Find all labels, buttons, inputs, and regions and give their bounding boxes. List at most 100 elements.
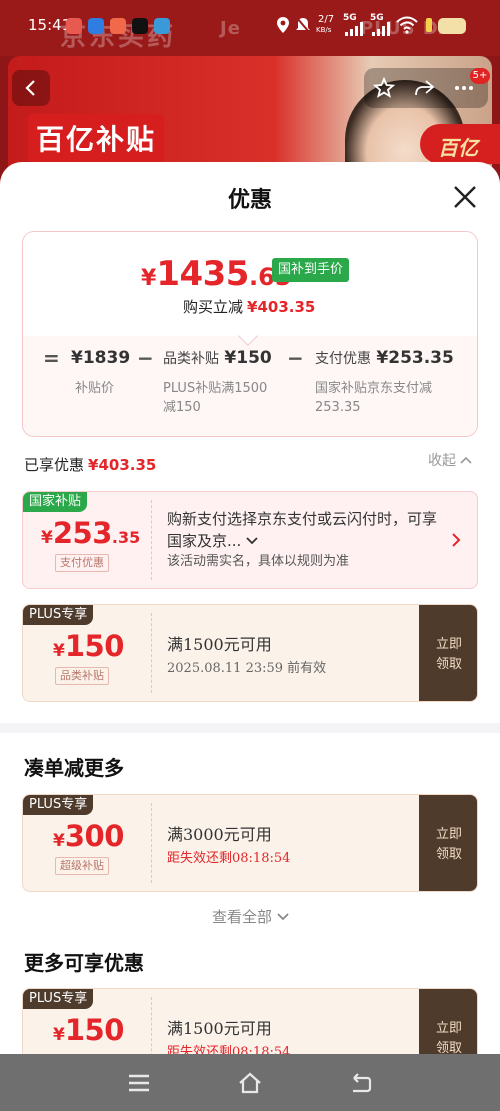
category-subsidy-note: PLUS补贴满1500	[163, 381, 268, 396]
signal-icon	[372, 22, 390, 36]
base-price-value: ¥1839	[71, 348, 131, 368]
final-price-tag: 国补到手价	[272, 258, 350, 282]
collapse-label: 收起	[428, 453, 456, 469]
mute-icon	[296, 17, 310, 33]
wifi-icon	[396, 16, 418, 34]
coupon-rule-note: 该活动需实名，具体以规则为准	[167, 554, 350, 569]
share-icon[interactable]	[412, 76, 436, 100]
category-subsidy-label: 品类补贴	[163, 351, 219, 367]
back-nav-icon[interactable]	[348, 1070, 374, 1096]
claim-label: 立即	[435, 1021, 462, 1036]
coupon-condition: 满3000元可用	[167, 825, 272, 844]
currency-symbol: ¥	[141, 266, 157, 291]
indicator-icon	[426, 18, 432, 32]
enjoyed-discount-title: 已享优惠 ¥403.35	[24, 454, 156, 475]
claim-label: 领取	[435, 1041, 462, 1054]
currency-symbol: ¥	[53, 641, 65, 661]
status-time: 15:41	[28, 16, 72, 34]
coupon-expiry: 距失效还剩08:18:54	[167, 851, 291, 866]
coupon-divider	[151, 613, 152, 693]
chevron-down-icon[interactable]	[246, 536, 258, 546]
close-icon[interactable]	[448, 180, 482, 214]
currency-symbol: ¥	[53, 831, 65, 851]
payment-discount-note: 国家补贴京东支付减	[315, 381, 433, 396]
coupon-condition: 满1500元可用	[167, 635, 272, 654]
coupon-amount-int: 300	[64, 819, 125, 853]
star-icon[interactable]	[372, 76, 396, 100]
claim-label: 领取	[435, 657, 462, 672]
instant-discount: 购买立减 ¥403.35	[183, 296, 315, 317]
coupon-tag: PLUS专享	[23, 605, 94, 625]
base-price-label: 补贴价	[75, 381, 115, 396]
chevron-up-icon	[460, 456, 473, 464]
coupon-description-text: 购新支付选择京东支付或云闪付时，可享国家及京...	[167, 510, 438, 550]
coupon-kind: 品类补贴	[55, 667, 109, 685]
currency-symbol: ¥	[53, 1025, 65, 1045]
location-icon	[277, 17, 289, 33]
minus-sign: −	[287, 346, 304, 370]
menu-icon[interactable]	[126, 1070, 152, 1096]
coupon-description: 购新支付选择京东支付或云闪付时，可享国家及京...	[167, 508, 437, 552]
coupon-kind: 支付优惠	[55, 554, 109, 572]
coupon-divider	[151, 500, 152, 580]
payment-discount: 支付优惠 ¥253.35	[315, 348, 454, 368]
coupon-amount-int: 253	[52, 516, 113, 550]
coupon-divider	[151, 803, 152, 883]
payment-discount-label: 支付优惠	[315, 351, 371, 367]
coupon-condition: 满1500元可用	[167, 1019, 272, 1038]
home-icon[interactable]	[237, 1070, 263, 1096]
net-speed: 2/7	[318, 14, 335, 25]
payment-discount-value: ¥253.35	[376, 348, 454, 368]
claim-button[interactable]: 立即 领取	[419, 989, 477, 1054]
chevron-down-icon	[277, 913, 289, 921]
coupon-tag: PLUS专享	[23, 795, 94, 815]
claim-button[interactable]: 立即 领取	[419, 795, 477, 891]
coupon-expiry: 2025.08.11 23:59 前有效	[167, 661, 327, 676]
app-notification-icon	[88, 18, 104, 34]
enjoyed-label: 已享优惠	[24, 456, 85, 474]
coupon-amount: ¥253.35	[41, 516, 140, 550]
enjoyed-amount: ¥403.35	[88, 456, 157, 474]
plus-coupon[interactable]: PLUS专享 ¥150 品类补贴 满1500元可用 2025.08.11 23:…	[22, 604, 478, 702]
coupon-divider	[151, 997, 152, 1054]
equals-sign: =	[43, 346, 60, 370]
plus-coupon-300[interactable]: PLUS专享 ¥300 超级补贴 满3000元可用 距失效还剩08:18:54 …	[22, 794, 478, 892]
category-subsidy-value: ¥150	[224, 348, 272, 368]
final-price-int: 1435	[156, 254, 249, 294]
chevron-left-icon	[25, 80, 35, 96]
app-notification-icon	[66, 18, 82, 34]
see-all-button[interactable]: 查看全部	[212, 906, 289, 927]
currency-symbol: ¥	[41, 528, 53, 548]
national-subsidy-coupon[interactable]: 国家补贴 ¥253.35 支付优惠 购新支付选择京东支付或云闪付时，可享国家及京…	[22, 491, 478, 589]
section-title-more: 凑单减更多	[24, 756, 124, 780]
coupon-tag: 国家补贴	[23, 492, 88, 512]
section-title-extra: 更多可享优惠	[24, 951, 144, 975]
app-notification-icon	[154, 18, 170, 34]
system-nav-bar	[0, 1054, 500, 1111]
category-subsidy: 品类补贴 ¥150	[163, 348, 272, 368]
minus-sign: −	[137, 346, 154, 370]
price-summary-card: ¥1435.65 国补到手价 购买立减 ¥403.35 = ¥1839 补贴价 −…	[22, 231, 478, 437]
subsidy-banner: 百亿补贴	[28, 114, 165, 162]
chevron-right-icon[interactable]	[451, 532, 461, 548]
see-all-label: 查看全部	[212, 908, 273, 926]
coupon-amount-int: 150	[64, 1013, 125, 1047]
subsidy-corner-tag: 百亿	[420, 124, 500, 164]
status-bar: 15:41 2/7 KB/s 5G 5G	[0, 0, 500, 50]
claim-button[interactable]: 立即 领取	[419, 605, 477, 701]
instant-discount-amount: ¥403.35	[247, 298, 316, 316]
claim-label: 立即	[435, 637, 462, 652]
plus-coupon-150[interactable]: PLUS专享 ¥150 满1500元可用 距失效还剩08:18:54 立即 领取	[22, 988, 478, 1054]
app-notification-icon	[110, 18, 126, 34]
coupon-kind: 超级补贴	[55, 857, 109, 875]
coupon-amount: ¥300	[53, 819, 124, 853]
claim-label: 领取	[435, 847, 462, 862]
battery-icon	[438, 18, 466, 34]
back-button[interactable]	[12, 70, 50, 106]
coupon-expiry: 距失效还剩08:18:54	[167, 1045, 291, 1054]
coupon-amount-int: 150	[64, 629, 125, 663]
base-price: ¥1839	[71, 348, 130, 368]
claim-label: 立即	[435, 827, 462, 842]
coupon-amount: ¥150	[53, 629, 124, 663]
collapse-button[interactable]: 收起	[428, 450, 473, 470]
